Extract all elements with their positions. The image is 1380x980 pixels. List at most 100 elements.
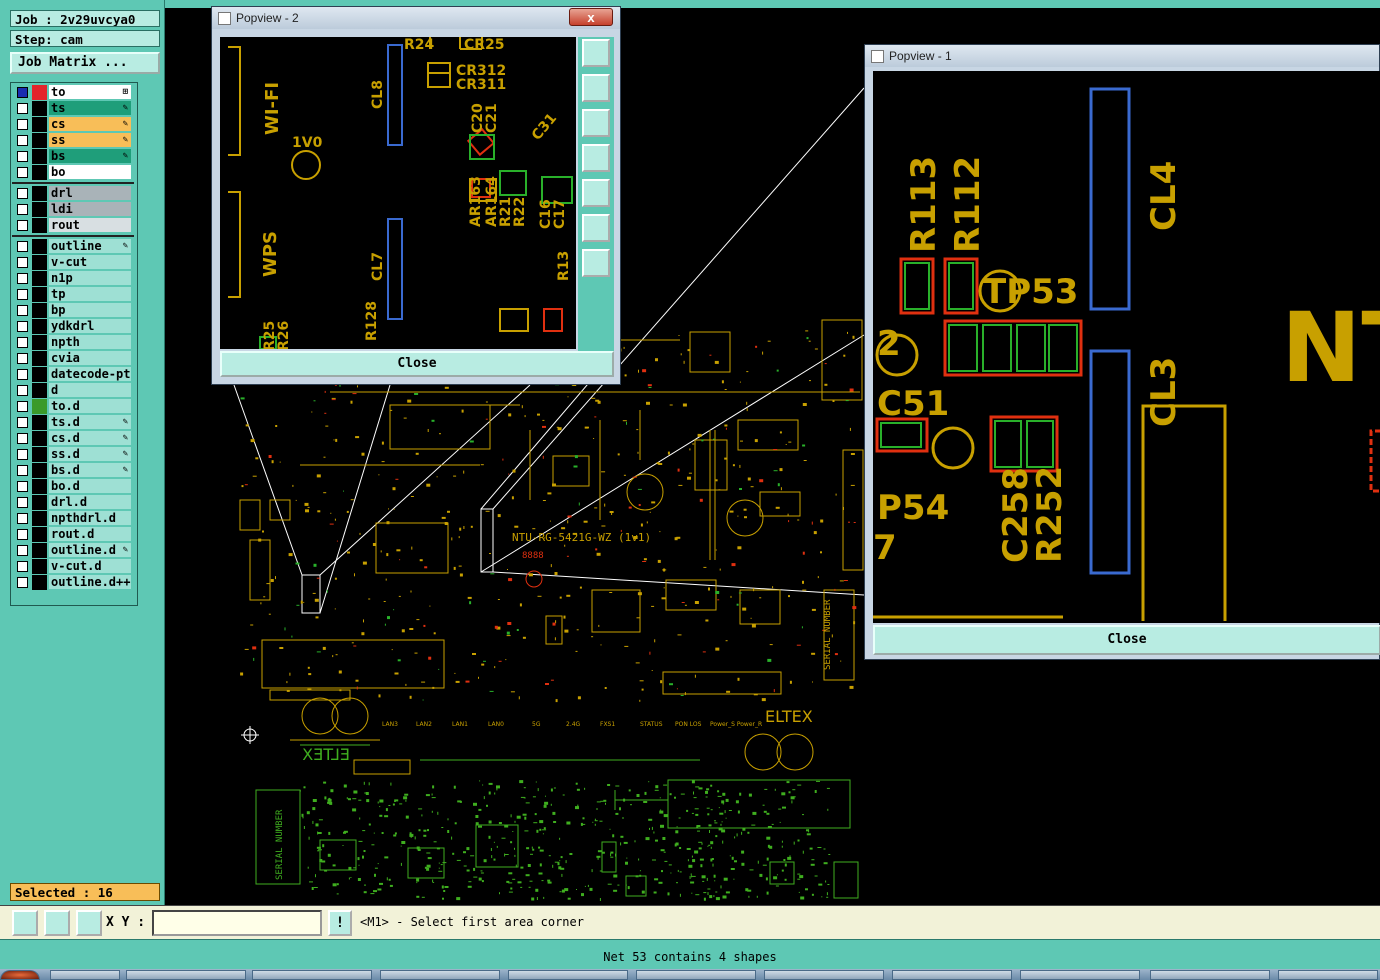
taskbar-item[interactable] <box>892 970 1012 980</box>
taskbar-item[interactable] <box>764 970 884 980</box>
layer-color-swatch[interactable] <box>32 218 47 233</box>
layer-color-swatch[interactable] <box>32 319 47 334</box>
layer-row[interactable]: bs.d ✎ <box>12 463 134 478</box>
layer-checkbox[interactable] <box>17 545 28 556</box>
zoom-in-button[interactable] <box>582 249 610 277</box>
taskbar-item[interactable] <box>380 970 500 980</box>
layer-color-swatch[interactable] <box>32 271 47 286</box>
layer-row[interactable]: tp <box>12 287 134 302</box>
layer-name[interactable]: ydkdrl <box>49 319 131 333</box>
layer-name[interactable]: npthdrl.d <box>49 511 131 525</box>
taskbar-item[interactable] <box>636 970 756 980</box>
zoom-fit-button[interactable] <box>582 39 610 67</box>
layer-row[interactable]: ts.d ✎ <box>12 415 134 430</box>
layer-checkbox[interactable] <box>17 529 28 540</box>
layer-checkbox[interactable] <box>17 369 28 380</box>
layer-checkbox[interactable] <box>17 449 28 460</box>
layer-row[interactable]: outline ✎ <box>12 239 134 254</box>
layer-checkbox[interactable] <box>17 103 28 114</box>
layer-name[interactable]: ts ✎ <box>49 101 131 115</box>
layer-color-swatch[interactable] <box>32 239 47 254</box>
layer-checkbox[interactable] <box>17 497 28 508</box>
layer-row[interactable]: ldi <box>12 202 134 217</box>
layer-color-swatch[interactable] <box>32 527 47 542</box>
layer-row[interactable]: bo <box>12 165 134 180</box>
layer-row[interactable]: rout.d <box>12 527 134 542</box>
layer-name[interactable]: bo.d <box>49 479 131 493</box>
popview-1-close-button[interactable]: Close <box>873 625 1380 655</box>
layer-checkbox[interactable] <box>17 433 28 444</box>
layer-name[interactable]: cs ✎ <box>49 117 131 131</box>
layer-name[interactable]: n1p <box>49 271 131 285</box>
layer-checkbox[interactable] <box>17 305 28 316</box>
layer-color-swatch[interactable] <box>32 495 47 510</box>
layer-color-swatch[interactable] <box>32 149 47 164</box>
layer-name[interactable]: to.d <box>49 399 131 413</box>
layer-name[interactable]: ts.d ✎ <box>49 415 131 429</box>
layer-color-swatch[interactable] <box>32 287 47 302</box>
layer-name[interactable]: v-cut <box>49 255 131 269</box>
layer-checkbox[interactable] <box>17 465 28 476</box>
pan-up-button[interactable] <box>582 74 610 102</box>
layer-color-swatch[interactable] <box>32 367 47 382</box>
layer-color-swatch[interactable] <box>32 463 47 478</box>
start-button[interactable] <box>0 970 40 980</box>
layer-checkbox[interactable] <box>17 289 28 300</box>
layer-checkbox[interactable] <box>17 119 28 130</box>
taskbar-item[interactable] <box>1150 970 1270 980</box>
taskbar-item[interactable] <box>50 970 120 980</box>
layer-name[interactable]: bs.d ✎ <box>49 463 131 477</box>
layer-color-swatch[interactable] <box>32 575 47 590</box>
layer-name[interactable]: ss.d ✎ <box>49 447 131 461</box>
layer-color-swatch[interactable] <box>32 415 47 430</box>
layer-checkbox[interactable] <box>17 417 28 428</box>
layer-color-swatch[interactable] <box>32 85 47 100</box>
layer-name[interactable]: drl <box>49 186 131 200</box>
pan-left-button[interactable] <box>582 144 610 172</box>
layer-row[interactable]: npthdrl.d <box>12 511 134 526</box>
layer-row[interactable]: d <box>12 383 134 398</box>
layer-color-swatch[interactable] <box>32 255 47 270</box>
layer-row[interactable]: outline.d ✎ <box>12 543 134 558</box>
layer-checkbox[interactable] <box>17 401 28 412</box>
layer-row[interactable]: bp <box>12 303 134 318</box>
pan-right-button[interactable] <box>582 179 610 207</box>
layer-row[interactable]: cs ✎ <box>12 117 134 132</box>
layer-color-swatch[interactable] <box>32 479 47 494</box>
layer-checkbox[interactable] <box>17 577 28 588</box>
layer-color-swatch[interactable] <box>32 431 47 446</box>
layer-name[interactable]: outline.d ✎ <box>49 543 131 557</box>
layer-name[interactable]: bs ✎ <box>49 149 131 163</box>
layer-row[interactable]: n1p <box>12 271 134 286</box>
layer-checkbox[interactable] <box>17 273 28 284</box>
layer-name[interactable]: cs.d ✎ <box>49 431 131 445</box>
taskbar-item[interactable] <box>508 970 628 980</box>
layer-row[interactable]: outline.d++ <box>12 575 134 590</box>
job-matrix-button[interactable]: Job Matrix ... <box>10 52 160 74</box>
layer-checkbox[interactable] <box>17 257 28 268</box>
layer-checkbox[interactable] <box>17 353 28 364</box>
taskbar-item[interactable] <box>126 970 246 980</box>
layer-row[interactable]: bs ✎ <box>12 149 134 164</box>
grid-tool-icon[interactable] <box>76 910 102 936</box>
layer-name[interactable]: to ⊞ <box>49 85 131 99</box>
xy-input[interactable] <box>152 910 322 936</box>
layer-row[interactable]: ts ✎ <box>12 101 134 116</box>
layer-name[interactable]: outline.d++ <box>49 575 131 589</box>
layer-name[interactable]: d <box>49 383 131 397</box>
layer-color-swatch[interactable] <box>32 511 47 526</box>
layer-name[interactable]: cvia <box>49 351 131 365</box>
layer-color-swatch[interactable] <box>32 543 47 558</box>
layer-color-swatch[interactable] <box>32 447 47 462</box>
layer-color-swatch[interactable] <box>32 186 47 201</box>
taskbar-item[interactable] <box>1020 970 1140 980</box>
layer-row[interactable]: cs.d ✎ <box>12 431 134 446</box>
layer-name[interactable]: ldi <box>49 202 131 216</box>
layer-name[interactable]: bp <box>49 303 131 317</box>
layer-row[interactable]: ss.d ✎ <box>12 447 134 462</box>
angle-tool-icon[interactable] <box>44 910 70 936</box>
layer-checkbox[interactable] <box>17 241 28 252</box>
popview-1-titlebar[interactable]: Popview - 1 <box>865 45 1379 67</box>
layer-color-swatch[interactable] <box>32 133 47 148</box>
layer-checkbox[interactable] <box>17 167 28 178</box>
